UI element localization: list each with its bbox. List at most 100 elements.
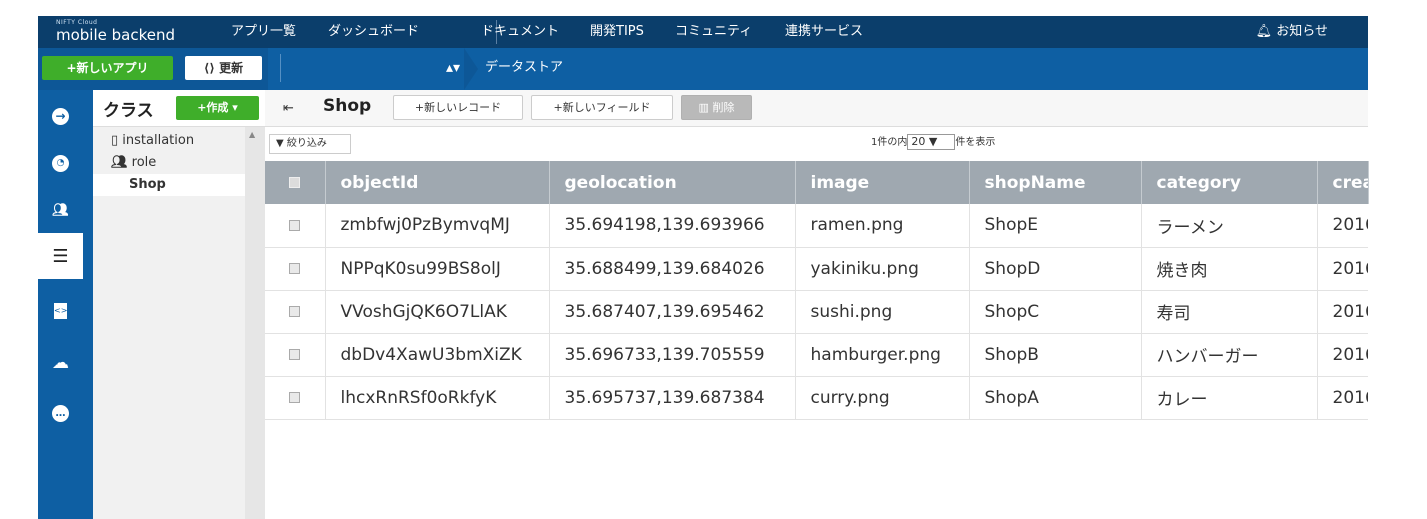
class-list-scrollbar[interactable] (245, 127, 265, 519)
script-icon[interactable]: <> (38, 288, 83, 334)
class-item-role[interactable]: 👥︎ role (93, 152, 245, 174)
column-header-shopname[interactable]: shopName (969, 161, 1142, 204)
cell-geolocation[interactable]: 35.695737,139.687384 (549, 376, 796, 420)
logo-small-text: NIFTY Cloud (56, 19, 98, 26)
class-item-shop[interactable]: Shop (93, 174, 245, 196)
top-header: NIFTY Cloud mobile backend アプリ一覧 ダッシュボード… (38, 16, 1368, 48)
class-panel-header: クラス +作成 ▾ (93, 90, 265, 127)
new-record-button[interactable]: +新しいレコード (393, 95, 523, 120)
cell-image[interactable]: hamburger.png (795, 333, 970, 377)
refresh-icon: ⟨⟩ (203, 61, 215, 75)
filter-button[interactable]: ▼ 絞り込み (269, 134, 351, 154)
cell-image[interactable]: sushi.png (795, 290, 970, 334)
cell-geolocation[interactable]: 35.687407,139.695462 (549, 290, 796, 334)
count-suffix: 件を表示 (955, 137, 996, 148)
delete-button[interactable]: ▥ 削除 (681, 95, 752, 120)
nav-services[interactable]: 連携サービス (785, 16, 863, 48)
role-icon: 👥︎ (111, 155, 128, 170)
table-row[interactable]: NPPqK0su99BS8olJ 35.688499,139.684026 ya… (265, 247, 1368, 291)
row-checkbox[interactable] (265, 376, 326, 420)
nav-app-list[interactable]: アプリ一覧 (231, 16, 296, 48)
table-row[interactable]: lhcxRnRSf0oRkfyK 35.695737,139.687384 cu… (265, 376, 1368, 420)
collapse-panel-icon[interactable]: ⇤ (275, 99, 302, 119)
cell-shopname[interactable]: ShopA (969, 376, 1142, 420)
cell-image[interactable]: yakiniku.png (795, 247, 970, 291)
icon-rail: → ◔ 👥︎ ☰ <> ☁︎ … (38, 90, 93, 519)
create-class-button[interactable]: +作成 ▾ (176, 96, 259, 120)
datastore-main: ⇤ Shop +新しいレコード +新しいフィールド ▥ 削除 ▼ 絞り込み 1件… (265, 90, 1369, 519)
new-app-button[interactable]: +新しいアプリ (42, 56, 173, 80)
nav-documents[interactable]: ドキュメント (481, 16, 559, 48)
cell-shopname[interactable]: ShopD (969, 247, 1142, 291)
cell-shopname[interactable]: ShopE (969, 204, 1142, 248)
cell-objectid[interactable]: lhcxRnRSf0oRkfyK (325, 376, 550, 420)
cell-geolocation[interactable]: 35.694198,139.693966 (549, 204, 796, 248)
row-checkbox[interactable] (265, 204, 326, 248)
notice-link[interactable]: 🔔︎ お知らせ (1256, 16, 1328, 48)
cell-image[interactable]: ramen.png (795, 204, 970, 248)
row-checkbox[interactable] (265, 333, 326, 377)
cell-created[interactable]: 2016 (1317, 376, 1368, 420)
cell-objectid[interactable]: dbDv4XawU3bmXiZK (325, 333, 550, 377)
class-item-installation[interactable]: ▯ installation (93, 130, 245, 152)
users-icon[interactable]: 👥︎ (38, 187, 83, 233)
notice-label: お知らせ (1276, 24, 1328, 39)
app-bar: +新しいアプリ ⟨⟩ 更新 ▴▾ データストア (38, 48, 1368, 90)
cell-created[interactable]: 2016 (1317, 290, 1368, 334)
table-row[interactable]: zmbfwj0PzBymvqMJ 35.694198,139.693966 ra… (265, 204, 1368, 248)
cell-objectid[interactable]: VVoshGjQK6O7LlAK (325, 290, 550, 334)
cell-category[interactable]: 焼き肉 (1141, 247, 1318, 291)
cell-category[interactable]: ハンバーガー (1141, 333, 1318, 377)
breadcrumb-chevron (464, 48, 478, 90)
caret-down-icon: ▾ (232, 101, 238, 114)
cell-shopname[interactable]: ShopB (969, 333, 1142, 377)
table-row[interactable]: dbDv4XawU3bmXiZK 35.696733,139.705559 ha… (265, 333, 1368, 377)
class-item-label: installation (122, 133, 195, 148)
sort-arrows-icon[interactable]: ▴▾ (446, 48, 460, 88)
cell-category[interactable]: カレー (1141, 376, 1318, 420)
cell-geolocation[interactable]: 35.688499,139.684026 (549, 247, 796, 291)
create-class-label: +作成 (197, 101, 229, 114)
cell-objectid[interactable]: zmbfwj0PzBymvqMJ (325, 204, 550, 248)
logo-text: mobile backend (56, 26, 176, 44)
nav-dev-tips[interactable]: 開発TIPS (590, 16, 644, 48)
class-panel: クラス +作成 ▾ ▲ ▯ installation 👥︎ role Shop (93, 90, 265, 519)
row-checkbox[interactable] (265, 247, 326, 291)
database-icon[interactable]: ☰ (38, 233, 83, 279)
cell-geolocation[interactable]: 35.696733,139.705559 (549, 333, 796, 377)
chat-icon[interactable]: … (38, 390, 83, 436)
arrow-right-icon[interactable]: → (38, 93, 83, 139)
cell-category[interactable]: 寿司 (1141, 290, 1318, 334)
cloud-settings-icon[interactable]: ☁︎ (38, 340, 83, 386)
cell-created[interactable]: 2016 (1317, 333, 1368, 377)
column-header-created[interactable]: crea (1317, 161, 1369, 204)
table-row[interactable]: VVoshGjQK6O7LlAK 35.687407,139.695462 su… (265, 290, 1368, 334)
dashboard-icon[interactable]: ◔ (38, 140, 83, 186)
app-bar-divider (280, 54, 281, 82)
cell-shopname[interactable]: ShopC (969, 290, 1142, 334)
select-all-checkbox[interactable] (265, 161, 326, 204)
cell-created[interactable]: 2016 (1317, 247, 1368, 291)
table-header-row: objectId geolocation image shopName cate… (265, 161, 1369, 204)
refresh-button[interactable]: ⟨⟩ 更新 (185, 56, 262, 80)
column-header-category[interactable]: category (1141, 161, 1318, 204)
phone-icon: ▯ (111, 133, 119, 148)
delete-label: 削除 (712, 101, 735, 114)
per-page-select[interactable]: 20 ▼ (907, 134, 956, 150)
class-item-label: role (131, 155, 157, 170)
new-field-button[interactable]: +新しいフィールド (531, 95, 673, 120)
cell-category[interactable]: ラーメン (1141, 204, 1318, 248)
column-header-objectid[interactable]: objectId (325, 161, 550, 204)
cell-created[interactable]: 2016 (1317, 204, 1368, 248)
logo[interactable]: NIFTY Cloud mobile backend (56, 19, 175, 44)
class-panel-title: クラス (103, 101, 154, 121)
column-header-image[interactable]: image (795, 161, 970, 204)
nav-dashboard[interactable]: ダッシュボード (328, 16, 419, 48)
record-toolbar: ⇤ Shop +新しいレコード +新しいフィールド ▥ 削除 (265, 90, 1368, 127)
scroll-up-icon[interactable]: ▲ (249, 130, 255, 139)
column-header-geolocation[interactable]: geolocation (549, 161, 796, 204)
cell-objectid[interactable]: NPPqK0su99BS8olJ (325, 247, 550, 291)
nav-community[interactable]: コミュニティ (675, 16, 752, 48)
cell-image[interactable]: curry.png (795, 376, 970, 420)
row-checkbox[interactable] (265, 290, 326, 334)
